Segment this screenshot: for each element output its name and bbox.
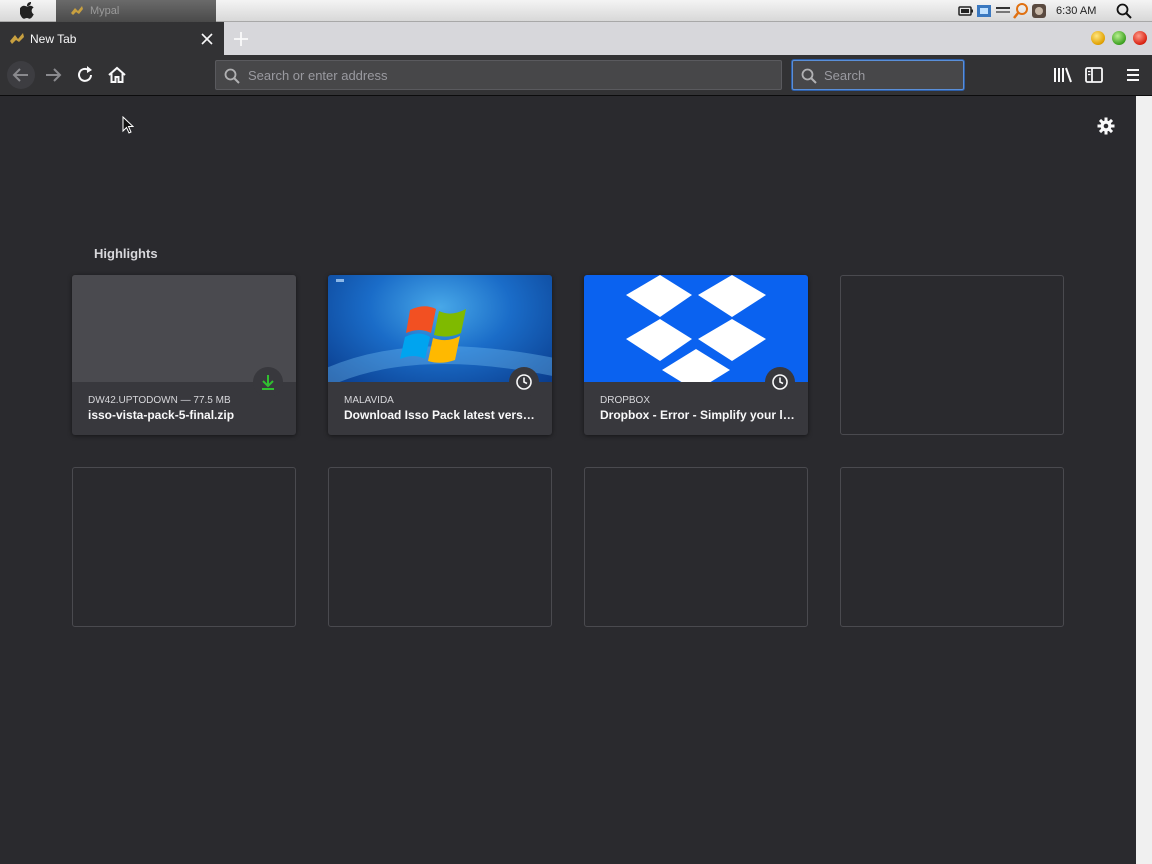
card-thumbnail [328, 275, 552, 382]
volume-icon[interactable] [995, 3, 1011, 19]
tab-strip: New Tab [0, 22, 1152, 55]
tab-new-tab[interactable]: New Tab [0, 22, 224, 55]
back-button[interactable] [7, 61, 35, 89]
search-icon [224, 68, 240, 84]
os-menu-bar: Mypal 6:30 AM [0, 0, 1152, 22]
close-tab-icon[interactable] [199, 31, 215, 47]
card-context: DROPBOX [600, 395, 651, 406]
library-icon[interactable] [1051, 63, 1075, 87]
card-thumbnail [72, 275, 296, 382]
clock-icon [772, 374, 788, 390]
mypal-icon [71, 6, 83, 15]
maximize-window-button[interactable] [1112, 31, 1126, 45]
apple-menu-icon[interactable] [20, 2, 36, 19]
new-tab-plus-icon[interactable] [230, 28, 252, 50]
battery-icon[interactable] [958, 3, 974, 19]
reload-icon[interactable] [73, 63, 97, 87]
empty-highlight-slot [840, 467, 1064, 627]
card-thumbnail [584, 275, 808, 382]
card-context: DW42.UPTODOWN — 77.5 MB [88, 395, 231, 406]
highlight-card[interactable]: MALAVIDA Download Isso Pack latest vers… [328, 275, 552, 435]
search-input[interactable] [824, 61, 958, 89]
clock: 6:30 AM [1056, 5, 1097, 17]
new-tab-page: Highlights DW42.UPTODOWN — 77.5 MB isso-… [0, 96, 1136, 864]
navigation-toolbar [0, 55, 1152, 96]
vertical-scrollbar[interactable] [1136, 96, 1152, 864]
card-title: isso-vista-pack-5-final.zip [88, 408, 235, 422]
close-window-button[interactable] [1133, 31, 1147, 45]
history-badge [765, 367, 795, 397]
back-arrow-icon [12, 68, 28, 82]
search-bar[interactable] [792, 60, 964, 90]
taskbar-item-label: Mypal [90, 5, 120, 17]
search-icon [801, 68, 817, 84]
home-icon[interactable] [105, 63, 129, 87]
mypal-favicon-icon [10, 33, 24, 44]
highlights-heading: Highlights [94, 246, 158, 261]
tab-title: New Tab [30, 32, 77, 46]
dropbox-logo-icon [626, 275, 766, 382]
address-bar[interactable] [215, 60, 782, 90]
empty-highlight-slot [328, 467, 552, 627]
hamburger-menu-icon[interactable] [1121, 63, 1145, 87]
empty-highlight-slot [584, 467, 808, 627]
network-icon[interactable] [976, 3, 992, 19]
history-badge [509, 367, 539, 397]
mouse-cursor-icon [122, 116, 134, 134]
empty-highlight-slot [840, 275, 1064, 435]
card-context: MALAVIDA [344, 395, 394, 406]
highlight-card[interactable]: DW42.UPTODOWN — 77.5 MB isso-vista-pack-… [72, 275, 296, 435]
download-badge [253, 367, 283, 397]
finder-search-icon[interactable] [1013, 3, 1029, 19]
minimize-window-button[interactable] [1091, 31, 1105, 45]
gear-icon[interactable] [1097, 117, 1115, 135]
app-icon[interactable] [1031, 3, 1047, 19]
highlight-card[interactable]: DROPBOX Dropbox - Error - Simplify your … [584, 275, 808, 435]
empty-highlight-slot [72, 467, 296, 627]
windows-logo-icon [328, 279, 552, 382]
spotlight-search-icon[interactable] [1116, 3, 1132, 19]
card-title: Download Isso Pack latest vers… [344, 408, 535, 422]
sidebar-toggle-icon[interactable] [1082, 63, 1106, 87]
taskbar-item-mypal[interactable]: Mypal [56, 0, 216, 22]
download-icon [262, 375, 274, 390]
address-input[interactable] [248, 61, 768, 89]
card-title: Dropbox - Error - Simplify your life [600, 408, 796, 422]
forward-arrow-icon[interactable] [41, 63, 65, 87]
clock-icon [516, 374, 532, 390]
